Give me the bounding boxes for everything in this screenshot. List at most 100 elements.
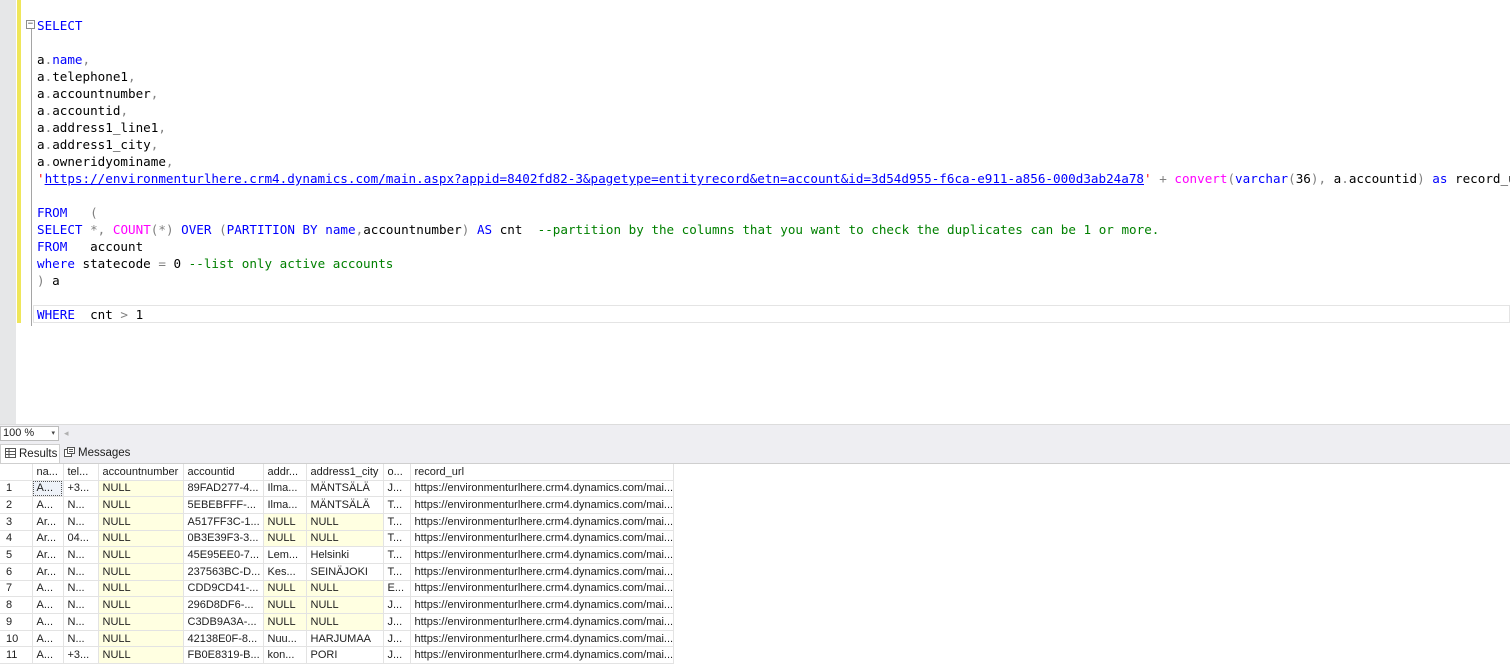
code-line[interactable]: 'https://environmenturlhere.crm4.dynamic…	[37, 170, 1510, 187]
code-line[interactable]: a.accountid,	[37, 102, 128, 119]
grid-cell[interactable]: CDD9CD41-...	[183, 580, 264, 598]
code-line[interactable]: FROM account	[37, 238, 143, 255]
grid-cell[interactable]: Ilma...	[263, 480, 307, 498]
grid-cell[interactable]: SEINÄJOKI	[306, 563, 384, 581]
grid-cell[interactable]: T...	[383, 530, 411, 548]
grid-cell[interactable]: NULL	[263, 580, 307, 598]
row-number[interactable]: 8	[0, 596, 33, 614]
grid-cell[interactable]: N...	[63, 563, 99, 581]
grid-cell[interactable]: NULL	[306, 580, 384, 598]
code-line[interactable]: SELECT *, COUNT(*) OVER (PARTITION BY na…	[37, 221, 1159, 238]
grid-cell[interactable]: J...	[383, 613, 411, 631]
results-grid[interactable]: na... tel... accountnumber accountid addr...…	[0, 464, 675, 665]
grid-cell[interactable]: https://environmenturlhere.crm4.dynamics…	[410, 630, 675, 648]
grid-cell[interactable]: NULL	[98, 480, 184, 498]
grid-cell[interactable]: NULL	[98, 613, 184, 631]
grid-cell[interactable]: NULL	[98, 530, 184, 548]
grid-cell[interactable]: J...	[383, 646, 411, 665]
table-row[interactable]: 1 A... +3... NULL 89FAD277-4... Ilma... MÄNTSÄ…	[0, 480, 675, 498]
grid-cell[interactable]: NULL	[98, 513, 184, 531]
grid-cell[interactable]: N...	[63, 513, 99, 531]
grid-cell[interactable]: Ar...	[32, 563, 64, 581]
grid-cell[interactable]: https://environmenturlhere.crm4.dynamics…	[410, 596, 675, 614]
grid-cell[interactable]: https://environmenturlhere.crm4.dynamics…	[410, 580, 675, 598]
grid-cell[interactable]: Ar...	[32, 546, 64, 564]
grid-cell[interactable]: T...	[383, 513, 411, 531]
grid-cell[interactable]: https://environmenturlhere.crm4.dynamics…	[410, 563, 675, 581]
table-row[interactable]: 2 A... N... NULL 5EBEBFFF-... Ilma... MÄNTSÄLÄ…	[0, 496, 675, 514]
row-number[interactable]: 4	[0, 530, 33, 548]
grid-cell[interactable]: 89FAD277-4...	[183, 480, 264, 498]
scroll-left-icon[interactable]: ◂	[64, 427, 69, 440]
grid-cell[interactable]: Ar...	[32, 513, 64, 531]
grid-cell[interactable]: FB0E8319-B...	[183, 646, 264, 665]
grid-cell[interactable]: Nuu...	[263, 630, 307, 648]
grid-cell[interactable]: https://environmenturlhere.crm4.dynamics…	[410, 646, 675, 665]
grid-cell[interactable]: https://environmenturlhere.crm4.dynamics…	[410, 530, 675, 548]
zoom-dropdown[interactable]: 100 % ▾	[0, 426, 59, 441]
table-row[interactable]: 8 A... N... NULL 296D8DF6-... NULL NULL J... htt…	[0, 596, 675, 614]
column-header[interactable]: address1_city	[306, 464, 384, 481]
grid-cell[interactable]: T...	[383, 563, 411, 581]
grid-cell[interactable]: J...	[383, 480, 411, 498]
grid-cell[interactable]: NULL	[306, 613, 384, 631]
code-line[interactable]: a.address1_city,	[37, 136, 158, 153]
grid-cell[interactable]: https://environmenturlhere.crm4.dynamics…	[410, 546, 675, 564]
grid-cell[interactable]: 45E95EE0-7...	[183, 546, 264, 564]
code-line[interactable]: a.name,	[37, 51, 90, 68]
grid-cell[interactable]: https://environmenturlhere.crm4.dynamics…	[410, 496, 675, 514]
grid-cell[interactable]: A...	[32, 496, 64, 514]
grid-cell[interactable]: A...	[32, 646, 64, 665]
grid-cell[interactable]: N...	[63, 580, 99, 598]
grid-cell[interactable]: NULL	[98, 546, 184, 564]
table-row[interactable]: 4 Ar... 04... NULL 0B3E39F3-3... NULL NULL T...…	[0, 530, 675, 548]
grid-cell[interactable]: 5EBEBFFF-...	[183, 496, 264, 514]
table-row[interactable]: 6 Ar... N... NULL 237563BC-D... Kes... SEINÄJO…	[0, 563, 675, 581]
grid-cell[interactable]: https://environmenturlhere.crm4.dynamics…	[410, 513, 675, 531]
grid-cell[interactable]: A...	[32, 596, 64, 614]
table-row[interactable]: 3 Ar... N... NULL A517FF3C-1... NULL NULL T... h…	[0, 513, 675, 531]
grid-cell[interactable]: E...	[383, 580, 411, 598]
tab-results[interactable]: Results	[0, 444, 60, 463]
row-number[interactable]: 7	[0, 580, 33, 598]
code-line[interactable]: a.owneridyominame,	[37, 153, 174, 170]
grid-cell[interactable]: N...	[63, 546, 99, 564]
grid-cell[interactable]: C3DB9A3A-...	[183, 613, 264, 631]
grid-cell[interactable]: Lem...	[263, 546, 307, 564]
collapse-toggle-icon[interactable]: −	[26, 20, 35, 29]
code-line[interactable]: a.address1_line1,	[37, 119, 166, 136]
tab-messages[interactable]: Messages	[60, 444, 132, 463]
grid-cell[interactable]: N...	[63, 596, 99, 614]
grid-cell[interactable]: 0B3E39F3-3...	[183, 530, 264, 548]
row-number[interactable]: 10	[0, 630, 33, 648]
code-link[interactable]: https://environmenturlhere.crm4.dynamics…	[45, 171, 1144, 186]
code-line[interactable]: a.telephone1,	[37, 68, 136, 85]
grid-cell[interactable]: Ilma...	[263, 496, 307, 514]
sql-editor[interactable]: − SELECT a.name, a.telephone1, a.accountnum…	[0, 0, 1510, 424]
grid-cell[interactable]: NULL	[98, 496, 184, 514]
row-number[interactable]: 11	[0, 646, 33, 665]
grid-cell[interactable]: A517FF3C-1...	[183, 513, 264, 531]
grid-cell[interactable]: NULL	[98, 646, 184, 665]
grid-cell[interactable]: https://environmenturlhere.crm4.dynamics…	[410, 613, 675, 631]
grid-cell[interactable]: NULL	[98, 563, 184, 581]
table-row[interactable]: 7 A... N... NULL CDD9CD41-... NULL NULL E... htt…	[0, 580, 675, 598]
grid-cell[interactable]: 237563BC-D...	[183, 563, 264, 581]
grid-cell[interactable]: NULL	[263, 513, 307, 531]
grid-cell[interactable]: T...	[383, 496, 411, 514]
row-number[interactable]: 2	[0, 496, 33, 514]
grid-cell[interactable]: 04...	[63, 530, 99, 548]
table-row[interactable]: 5 Ar... N... NULL 45E95EE0-7... Lem... Helsink…	[0, 546, 675, 564]
grid-cell[interactable]: T...	[383, 546, 411, 564]
grid-cell[interactable]: MÄNTSÄLÄ	[306, 496, 384, 514]
column-header[interactable]	[0, 464, 33, 481]
column-header[interactable]: accountnumber	[98, 464, 184, 481]
grid-cell[interactable]: HARJUMAA	[306, 630, 384, 648]
row-number[interactable]: 6	[0, 563, 33, 581]
grid-cell[interactable]: 296D8DF6-...	[183, 596, 264, 614]
grid-cell[interactable]: A...	[32, 630, 64, 648]
grid-cell[interactable]: Helsinki	[306, 546, 384, 564]
code-line[interactable]: FROM (	[37, 204, 98, 221]
grid-cell[interactable]: N...	[63, 613, 99, 631]
grid-cell[interactable]: NULL	[263, 530, 307, 548]
